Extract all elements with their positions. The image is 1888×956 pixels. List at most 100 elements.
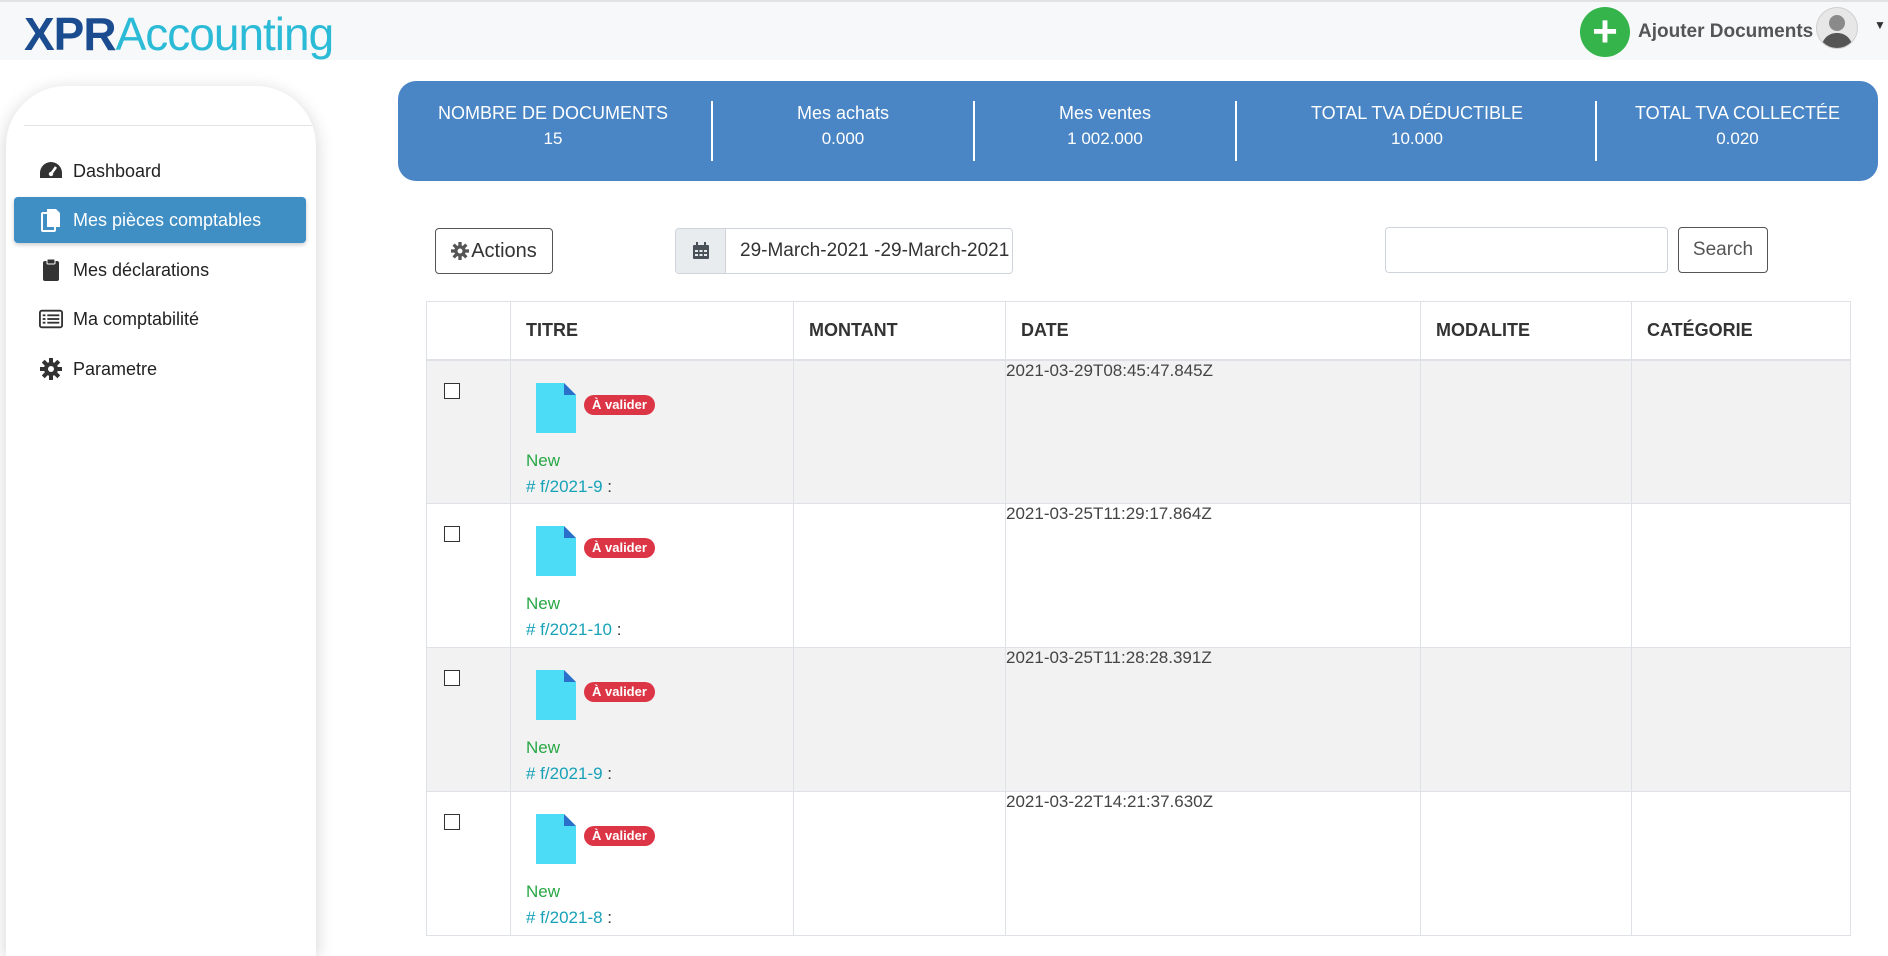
- modalite-cell: [1420, 503, 1632, 648]
- column-header-select: [426, 301, 511, 361]
- copy-icon: [39, 208, 63, 232]
- document-status: New: [526, 450, 561, 470]
- user-menu-caret-icon[interactable]: ▼: [1874, 18, 1886, 32]
- categorie-cell: [1631, 359, 1851, 504]
- clipboard-icon: [39, 258, 63, 282]
- stat-mes-achats: Mes achats 0.000: [713, 81, 973, 181]
- actions-button[interactable]: Actions: [435, 228, 553, 274]
- stat-value: 0.000: [821, 129, 865, 148]
- date-range-input[interactable]: [726, 229, 1012, 273]
- document-status: New: [526, 738, 561, 757]
- stat-tva-deductible: TOTAL TVA DÉDUCTIBLE 10.000: [1237, 81, 1597, 181]
- modalite-cell: [1420, 791, 1632, 936]
- sidebar-item-label: Mes déclarations: [73, 259, 210, 280]
- stat-value: 15: [543, 129, 563, 148]
- status-badge: À valider: [584, 682, 655, 702]
- document-ref-link[interactable]: # f/2021-9: [526, 477, 603, 496]
- select-cell: [426, 503, 511, 648]
- document-icon[interactable]: [536, 670, 576, 720]
- row-checkbox[interactable]: [444, 526, 460, 542]
- ref-suffix: :: [602, 908, 613, 927]
- column-header-categorie[interactable]: CATÉGORIE: [1631, 301, 1851, 361]
- column-header-modalite[interactable]: MODALITE: [1420, 301, 1632, 361]
- add-documents-button[interactable]: + Ajouter Documents: [1580, 7, 1813, 57]
- stat-label: TOTAL TVA COLLECTÉE: [1634, 103, 1841, 123]
- document-icon[interactable]: [536, 814, 576, 864]
- actions-label: Actions: [471, 239, 537, 262]
- sidebar-item-mes-pieces-comptables[interactable]: Mes pièces comptables: [14, 197, 306, 243]
- montant-cell: [793, 503, 1006, 648]
- date-cell: 2021-03-29T08:45:47.845Z: [1005, 359, 1421, 504]
- date-range-picker[interactable]: [675, 228, 1013, 274]
- documents-table: TITRE MONTANT DATE MODALITE CATÉGORIE À …: [426, 301, 1851, 936]
- sidebar-item-label: Parametre: [73, 358, 158, 379]
- table-row[interactable]: À valider New # f/2021-10 : 2021-03-25T1…: [426, 503, 1851, 648]
- document-ref-link[interactable]: # f/2021-9: [526, 764, 603, 783]
- row-checkbox[interactable]: [444, 670, 460, 686]
- sidebar-item-label: Ma comptabilité: [73, 308, 200, 329]
- top-bar: XPRAccounting + Ajouter Documents ▼: [0, 0, 1888, 60]
- categorie-cell: [1631, 647, 1851, 792]
- stat-mes-ventes: Mes ventes 1 002.000: [975, 81, 1235, 181]
- column-header-date[interactable]: DATE: [1005, 301, 1421, 361]
- categorie-cell: [1631, 791, 1851, 936]
- stat-tva-collectee: TOTAL TVA COLLECTÉE 0.020: [1597, 81, 1878, 181]
- titre-cell: À valider New # f/2021-9 :: [510, 647, 794, 792]
- select-cell: [426, 359, 511, 504]
- gear-icon: [451, 242, 470, 260]
- stat-value: 10.000: [1391, 129, 1443, 148]
- sidebar-item-parametre[interactable]: Parametre: [14, 346, 306, 392]
- montant-cell: [793, 791, 1006, 936]
- sidebar-item-label: Dashboard: [73, 160, 162, 181]
- titre-cell: À valider New # f/2021-8 :: [510, 791, 794, 936]
- table-row[interactable]: À valider New # f/2021-9 : 2021-03-29T08…: [426, 359, 1851, 504]
- sidebar-divider: [24, 125, 312, 126]
- ref-suffix: :: [602, 476, 613, 496]
- avatar[interactable]: [1816, 7, 1858, 49]
- table-row[interactable]: À valider New # f/2021-8 : 2021-03-22T14…: [426, 791, 1851, 936]
- montant-cell: [793, 647, 1006, 792]
- stat-label: TOTAL TVA DÉDUCTIBLE: [1310, 103, 1524, 123]
- table-row[interactable]: À valider New # f/2021-9 : 2021-03-25T11…: [426, 647, 1851, 792]
- row-checkbox[interactable]: [444, 382, 460, 399]
- document-ref-link[interactable]: # f/2021-10: [526, 620, 612, 639]
- document-ref-link[interactable]: # f/2021-8: [526, 908, 603, 927]
- sidebar-item-dashboard[interactable]: Dashboard: [14, 148, 306, 194]
- document-status: New: [526, 594, 561, 613]
- modalite-cell: [1420, 647, 1632, 792]
- column-header-titre[interactable]: TITRE: [510, 301, 794, 361]
- modalite-cell: [1420, 359, 1632, 504]
- stat-nombre-documents: NOMBRE DE DOCUMENTS 15: [398, 81, 708, 181]
- ref-suffix: :: [602, 764, 613, 783]
- search-input[interactable]: [1385, 227, 1668, 273]
- document-status: New: [526, 882, 561, 901]
- column-header-montant[interactable]: MONTANT: [793, 301, 1006, 361]
- stat-label: NOMBRE DE DOCUMENTS: [437, 103, 668, 123]
- sidebar: Dashboard Mes pièces comptables Mes décl…: [6, 86, 316, 956]
- gear-icon: [39, 357, 63, 381]
- row-checkbox[interactable]: [444, 814, 460, 830]
- tachometer-icon: [39, 159, 63, 183]
- select-cell: [426, 647, 511, 792]
- app-logo[interactable]: XPRAccounting: [24, 6, 334, 62]
- stat-value: 1 002.000: [1067, 129, 1143, 148]
- stat-label: Mes achats: [796, 103, 890, 123]
- montant-cell: [793, 359, 1006, 504]
- document-icon[interactable]: [536, 382, 576, 433]
- search-button[interactable]: Search: [1678, 227, 1768, 273]
- sidebar-item-ma-comptabilite[interactable]: Ma comptabilité: [14, 296, 306, 342]
- select-cell: [426, 791, 511, 936]
- calendar-icon[interactable]: [676, 229, 726, 273]
- date-cell: 2021-03-25T11:29:17.864Z: [1005, 503, 1421, 648]
- add-documents-label: Ajouter Documents: [1638, 21, 1814, 42]
- sidebar-item-mes-declarations[interactable]: Mes déclarations: [14, 247, 306, 293]
- categorie-cell: [1631, 503, 1851, 648]
- status-badge: À valider: [584, 538, 655, 558]
- document-icon[interactable]: [536, 526, 576, 576]
- date-cell: 2021-03-22T14:21:37.630Z: [1005, 791, 1421, 936]
- table-header-row: TITRE MONTANT DATE MODALITE CATÉGORIE: [426, 301, 1851, 361]
- titre-cell: À valider New # f/2021-9 :: [510, 359, 794, 504]
- stat-label: Mes ventes: [1058, 103, 1152, 123]
- stat-value: 0.020: [1716, 129, 1759, 148]
- sidebar-item-label: Mes pièces comptables: [73, 209, 262, 230]
